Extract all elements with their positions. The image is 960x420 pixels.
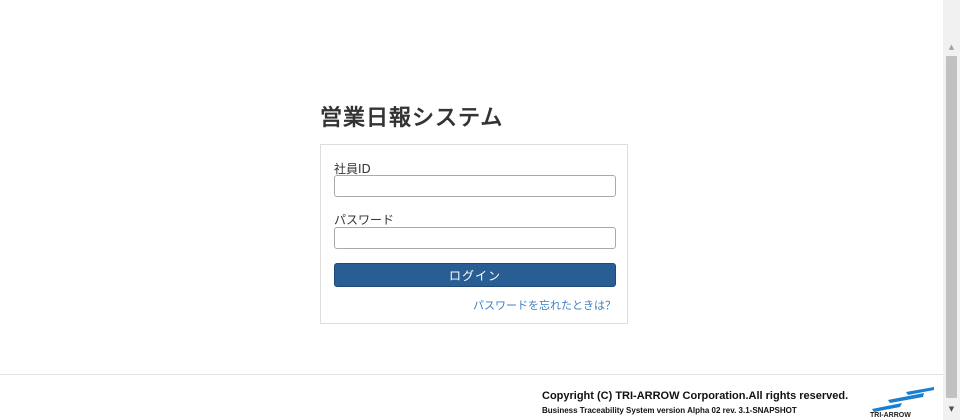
login-panel: 社員ID パスワード ログイン パスワードを忘れたときは？	[320, 144, 628, 324]
login-button[interactable]: ログイン	[334, 263, 616, 287]
scrollbar-thumb[interactable]	[946, 56, 957, 398]
password-label: パスワード	[334, 213, 395, 227]
scroll-down-arrow-icon[interactable]: ▼	[943, 402, 960, 416]
login-page: 営業日報システム 社員ID パスワード ログイン パスワードを忘れたときは？ C…	[0, 0, 943, 420]
vertical-scrollbar[interactable]: ▲ ▼	[943, 0, 960, 420]
copyright-text: Copyright (C) TRI-ARROW Corporation.All …	[542, 390, 849, 402]
password-input[interactable]	[334, 227, 616, 249]
logo-text: TRI-ARROW	[870, 412, 911, 419]
scroll-up-arrow-icon[interactable]: ▲	[943, 40, 960, 54]
version-text: Business Traceability System version Alp…	[542, 406, 797, 415]
employee-id-input[interactable]	[334, 175, 616, 197]
browser-viewport: 営業日報システム 社員ID パスワード ログイン パスワードを忘れたときは？ C…	[0, 0, 960, 420]
company-logo: TRI-ARROW	[868, 386, 936, 420]
forgot-password-link[interactable]: パスワードを忘れたときは？	[473, 297, 616, 313]
footer-divider	[0, 374, 943, 375]
app-title: 営業日報システム	[320, 106, 504, 131]
tri-arrow-logo-icon	[872, 387, 934, 412]
